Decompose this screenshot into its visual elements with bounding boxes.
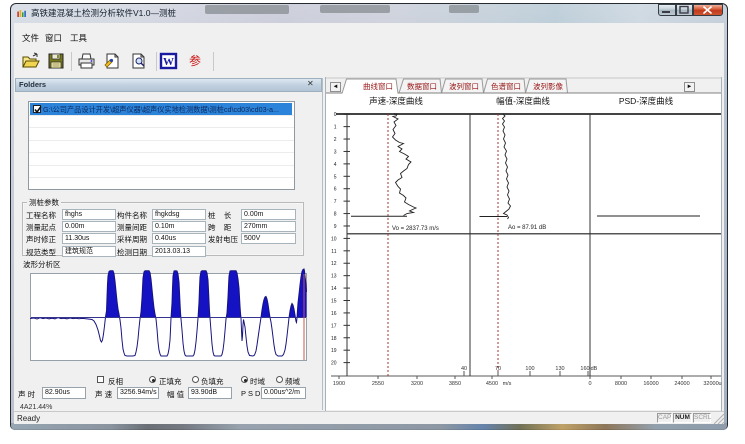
svg-text:14: 14 [331,286,337,292]
svg-text:1: 1 [334,125,337,131]
svg-text:16: 16 [331,311,337,317]
svg-text:波列影像: 波列影像 [533,81,563,91]
svg-text:32000: 32000 [703,381,718,387]
svg-text:24000: 24000 [674,381,689,387]
svg-text:3200: 3200 [411,381,423,387]
svg-text:色谱窗口: 色谱窗口 [491,81,521,91]
svg-text:17: 17 [331,323,337,329]
svg-text:u: u [718,381,721,387]
svg-text:19: 19 [331,348,337,354]
svg-text:16000: 16000 [643,381,658,387]
svg-text:波列窗口: 波列窗口 [449,81,479,91]
svg-text:PSD-深度曲线: PSD-深度曲线 [619,96,674,106]
svg-text:11: 11 [331,249,336,255]
svg-text:Vo = 2837.73 m/s: Vo = 2837.73 m/s [392,226,439,232]
svg-text:声速-深度曲线: 声速-深度曲线 [369,96,423,106]
svg-text:数据窗口: 数据窗口 [407,81,437,91]
svg-text:13: 13 [331,274,337,280]
svg-text:4500: 4500 [486,381,498,387]
svg-text:3: 3 [334,149,337,155]
svg-text:6: 6 [334,187,337,193]
svg-text:dB: dB [591,366,598,372]
svg-text:2: 2 [334,137,337,143]
svg-text:0: 0 [588,381,591,387]
svg-text:W: W [163,56,174,68]
svg-text:参: 参 [189,53,201,68]
svg-text:Ao = 87.91 dB: Ao = 87.91 dB [508,225,546,231]
svg-text:m/s: m/s [503,381,512,387]
svg-text:9: 9 [334,224,337,230]
svg-text:5: 5 [334,174,337,180]
svg-text:8: 8 [334,212,337,218]
svg-text:15: 15 [331,299,337,305]
svg-text:3850: 3850 [449,381,461,387]
svg-text:8000: 8000 [615,381,627,387]
svg-text:4: 4 [334,162,337,168]
svg-text:18: 18 [331,336,337,342]
svg-text:幅值-深度曲线: 幅值-深度曲线 [496,96,550,106]
svg-text:0: 0 [334,112,337,118]
svg-text:12: 12 [331,261,337,267]
svg-text:10: 10 [331,236,337,242]
svg-text:2550: 2550 [372,381,384,387]
svg-text:1900: 1900 [333,381,345,387]
svg-text:20: 20 [331,361,337,367]
svg-text:7: 7 [334,199,337,205]
svg-text:曲线窗口: 曲线窗口 [363,81,393,91]
